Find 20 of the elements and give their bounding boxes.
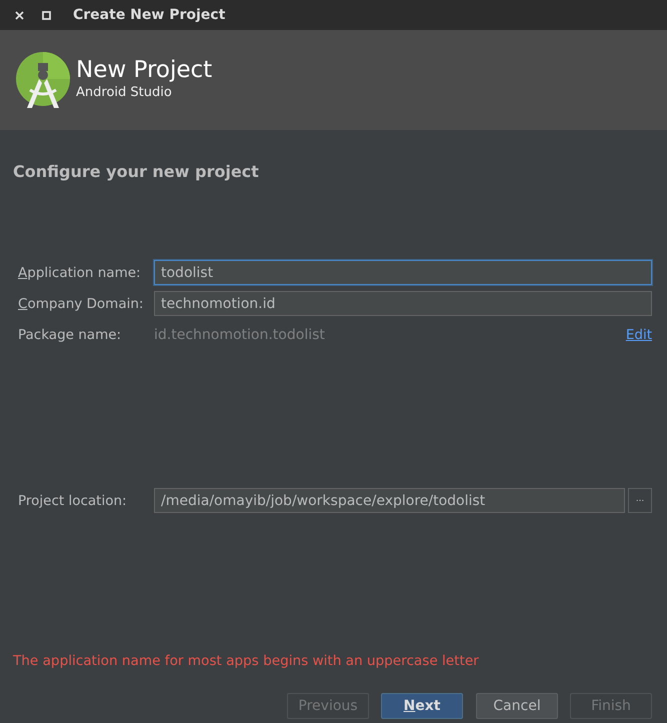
header-title: New Project [76,56,212,84]
field-label: Project location: [18,492,128,508]
window-title: Create New Project [73,7,226,23]
header-subtitle: Android Studio [76,84,173,102]
dialog-button[interactable]: Cancel [476,693,558,719]
field-label: Package name: [18,326,122,342]
field-label: Company Domain: [18,296,144,312]
input-field[interactable]: todolist [154,260,652,285]
maximize-icon[interactable] [42,10,51,20]
android-studio-logo-icon [16,50,72,110]
error-message: The application name for most apps begins with an uppercase letter [13,653,480,669]
input-field[interactable]: /media/omayib/job/workspace/explore/todolist [154,488,625,513]
browse-button[interactable]: ... [628,488,652,513]
package-name: id.technomotion.todolist [154,326,326,342]
edit-link[interactable]: Edit [626,326,652,342]
close-icon[interactable] [15,10,24,20]
page-heading: Configure your new project [13,162,260,183]
dialog-button[interactable]: Next [381,693,463,719]
field-label: Application name: [18,264,142,280]
input-field[interactable]: technomotion.id [154,291,652,316]
